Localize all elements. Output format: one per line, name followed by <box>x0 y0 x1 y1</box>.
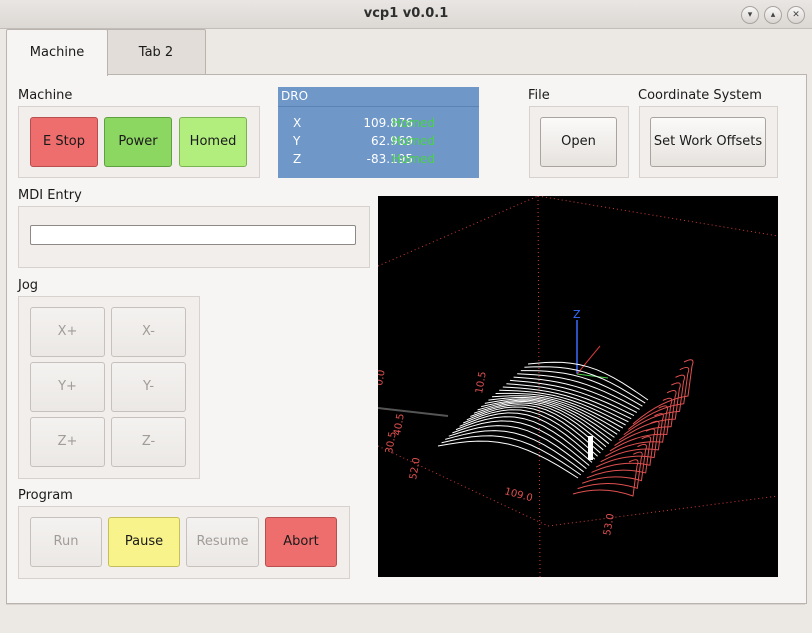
homed-button[interactable]: Homed <box>179 117 247 167</box>
open-button[interactable]: Open <box>540 117 617 167</box>
machine-label: Machine <box>18 88 73 103</box>
jog-y-minus-button[interactable]: Y- <box>111 362 186 412</box>
feed-toolpath <box>437 361 649 479</box>
dro-row-z: Z -83.195 Homed <box>278 152 479 170</box>
dro-label: DRO <box>281 89 309 103</box>
set-work-offsets-button[interactable]: Set Work Offsets <box>650 117 766 167</box>
dim-label: 10.5 <box>474 371 489 395</box>
feed-path-line <box>481 399 612 441</box>
close-icon[interactable]: ✕ <box>787 6 805 24</box>
estop-button[interactable]: E Stop <box>30 117 98 167</box>
dro-status: Homed <box>392 116 436 130</box>
dro-axis: Z <box>293 152 302 166</box>
abort-button[interactable]: Abort <box>265 517 337 567</box>
dro-panel: DRO X 109.876 Homed Y 62.969 Homed Z -83… <box>278 87 479 178</box>
dro-axis: X <box>293 116 302 130</box>
dro-row-x: X 109.876 Homed <box>278 116 479 134</box>
jog-label: Jog <box>18 278 39 293</box>
tab-bar: Machine Tab 2 <box>6 28 806 76</box>
feed-path-line <box>495 392 624 429</box>
minimize-icon[interactable]: ▾ <box>741 6 759 24</box>
jog-z-minus-button[interactable]: Z- <box>111 417 186 467</box>
feed-path-line <box>445 430 584 473</box>
dro-axis: Y <box>293 134 301 148</box>
toolpath-preview[interactable]: Z 109.0 53.0 52.0 40.5 30.5 10.5 0.0 <box>378 196 778 577</box>
maximize-icon[interactable]: ▴ <box>764 6 782 24</box>
run-button[interactable]: Run <box>30 517 102 567</box>
dim-label: 109.0 <box>503 486 534 504</box>
z-axis-label: Z <box>573 308 581 321</box>
jog-z-plus-button[interactable]: Z+ <box>30 417 105 467</box>
window-title: vcp1 v0.0.1 <box>363 6 449 21</box>
tab-machine[interactable]: Machine <box>6 29 108 76</box>
file-label: File <box>528 88 550 103</box>
jog-y-plus-button[interactable]: Y+ <box>30 362 105 412</box>
machine-axis-line <box>378 407 449 417</box>
program-label: Program <box>18 488 73 503</box>
coordinate-system-label: Coordinate System <box>638 88 762 103</box>
dim-label: 53.0 <box>602 513 617 537</box>
power-button[interactable]: Power <box>104 117 172 167</box>
resume-button[interactable]: Resume <box>186 517 259 567</box>
title-bar: vcp1 v0.0.1 ▾ ▴ ✕ <box>0 0 812 29</box>
dro-row-y: Y 62.969 Homed <box>278 134 479 152</box>
dro-divider <box>278 106 479 107</box>
jog-x-minus-button[interactable]: X- <box>111 307 186 357</box>
tool-marker <box>588 436 593 460</box>
tab-2[interactable]: Tab 2 <box>106 29 206 74</box>
dim-label: 30.5 <box>384 431 399 455</box>
bounding-box <box>378 196 778 577</box>
dro-status: Homed <box>392 134 436 148</box>
status-bar <box>6 604 805 629</box>
toolpath-canvas: Z 109.0 53.0 52.0 40.5 30.5 10.5 0.0 <box>378 196 778 577</box>
jog-x-plus-button[interactable]: X+ <box>30 307 105 357</box>
mdi-input[interactable] <box>30 225 356 245</box>
mdi-label: MDI Entry <box>18 188 82 203</box>
dim-label: 0.0 <box>378 369 388 387</box>
dim-label: 52.0 <box>408 457 423 481</box>
pause-button[interactable]: Pause <box>108 517 180 567</box>
dro-status: Homed <box>392 152 436 166</box>
